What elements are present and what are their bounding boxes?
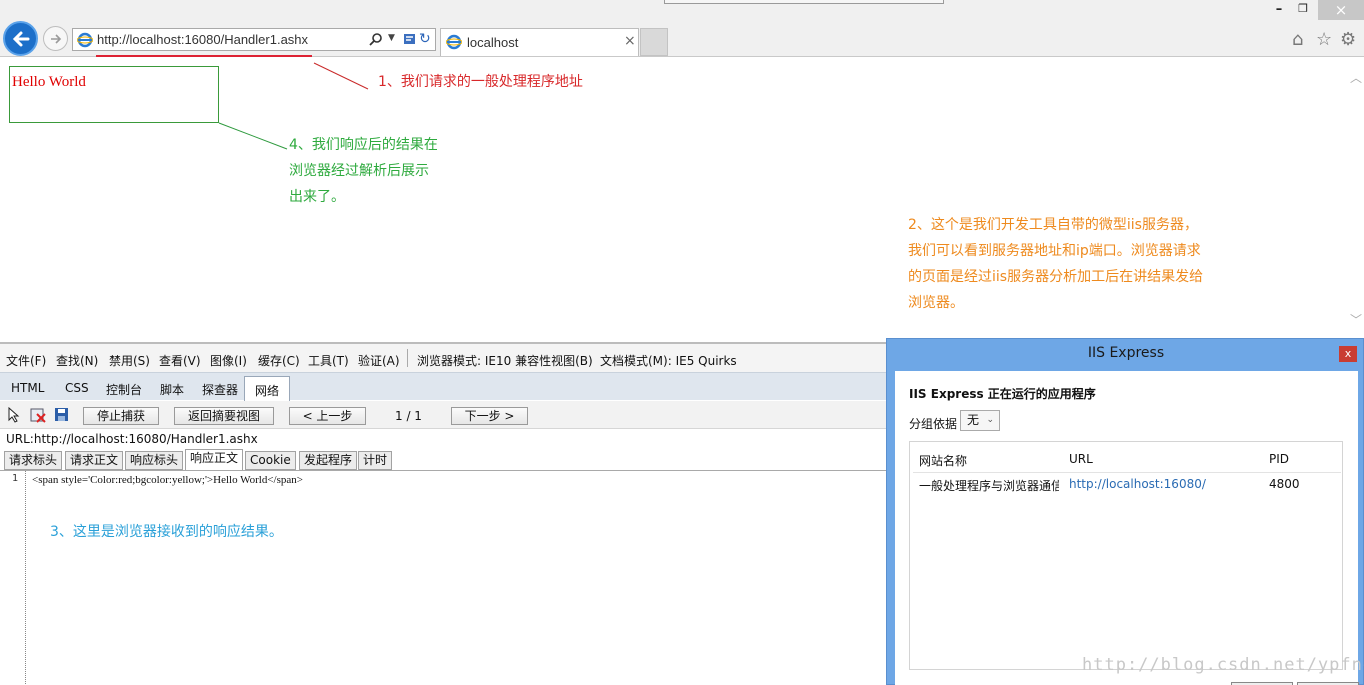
column-site-name: 网站名称: [919, 454, 968, 468]
tab-script[interactable]: 脚本: [160, 381, 184, 398]
window-close-button[interactable]: ×: [1318, 0, 1364, 20]
favorites-star-icon[interactable]: ☆: [1316, 29, 1332, 50]
forward-arrow-icon: [51, 34, 62, 44]
screen: http://localhost:16080/Handler1.ashx ▼ ↻…: [0, 0, 1364, 685]
next-button[interactable]: 下一步 >: [451, 407, 528, 425]
group-by-select[interactable]: 无 ⌄: [960, 410, 1000, 431]
iis-window-body: IIS Express 正在运行的应用程序 分组依据 无 ⌄ 网站名称 URL …: [895, 371, 1358, 685]
tab-title: localhost: [467, 35, 519, 50]
menu-disable[interactable]: 禁用(S): [109, 352, 150, 369]
line-number: 1: [12, 473, 19, 484]
annotation-4-line: [218, 122, 288, 150]
line-gutter: 1: [0, 471, 26, 685]
ie-page-icon: [77, 32, 93, 48]
close-tab-icon[interactable]: ×: [624, 33, 636, 49]
compatibility-view-icon[interactable]: [403, 32, 416, 46]
page-scrollbar[interactable]: ︿ ﹀: [1348, 57, 1364, 342]
back-to-summary-button[interactable]: 返回摘要视图: [174, 407, 274, 425]
annotation-4-line-1: 4、我们响应后的结果在: [289, 137, 438, 153]
tab-profiler[interactable]: 探查器: [202, 381, 238, 398]
tab-network[interactable]: 网络: [244, 376, 291, 402]
window-edge: [664, 0, 944, 4]
previous-button[interactable]: < 上一步: [289, 407, 366, 425]
select-pointer-icon[interactable]: [7, 407, 21, 423]
group-by-value: 无: [967, 413, 980, 427]
tab-console[interactable]: 控制台: [106, 381, 142, 398]
annotation-2-line-1: 2、这个是我们开发工具自带的微型iis服务器，: [908, 217, 1198, 233]
annotation-1: 1、我们请求的一般处理程序地址: [378, 74, 583, 90]
pager-text: 1 / 1: [395, 409, 422, 423]
restore-icon[interactable]: ❐: [1296, 2, 1310, 16]
annotation-4-line-2: 浏览器经过解析后展示: [289, 163, 429, 179]
menu-view[interactable]: 查看(V): [159, 352, 201, 369]
browser-chrome: http://localhost:16080/Handler1.ashx ▼ ↻…: [0, 0, 1364, 57]
clear-icon[interactable]: [30, 407, 46, 423]
scroll-down-icon[interactable]: ﹀: [1350, 311, 1362, 328]
address-url: http://localhost:16080/Handler1.ashx: [97, 32, 309, 47]
save-icon[interactable]: [54, 407, 69, 422]
menu-tools[interactable]: 工具(T): [308, 352, 349, 369]
annotation-2: 2、这个是我们开发工具自带的微型iis服务器， 我们可以看到服务器地址和ip端口…: [908, 212, 1238, 316]
back-button[interactable]: [3, 21, 38, 56]
settings-gear-icon[interactable]: ⚙: [1340, 29, 1356, 50]
chevron-down-icon: ⌄: [986, 415, 994, 425]
new-tab-button[interactable]: [640, 28, 668, 56]
subtab-request-body[interactable]: 请求正文: [65, 451, 124, 470]
subtab-response-body[interactable]: 响应正文: [185, 449, 244, 470]
forward-button[interactable]: [43, 26, 68, 51]
menu-file[interactable]: 文件(F): [6, 352, 46, 369]
menu-images[interactable]: 图像(I): [210, 352, 247, 369]
iis-express-window: IIS Express x IIS Express 正在运行的应用程序 分组依据…: [886, 338, 1364, 685]
home-icon[interactable]: ⌂: [1292, 29, 1303, 50]
tab-localhost[interactable]: localhost ×: [440, 28, 639, 56]
annotation-1-line: [313, 62, 369, 90]
ie-tab-icon: [446, 34, 462, 50]
refresh-icon[interactable]: ↻: [419, 31, 431, 47]
iis-close-button[interactable]: x: [1339, 346, 1357, 362]
address-bar[interactable]: http://localhost:16080/Handler1.ashx ▼ ↻: [72, 28, 436, 51]
menu-cache[interactable]: 缓存(C): [258, 352, 300, 369]
column-pid: PID: [1269, 452, 1290, 466]
response-code: <span style='Color:red;bgcolor:yellow;'>…: [32, 474, 303, 486]
annotation-4-line-3: 出来了。: [289, 189, 345, 205]
annotation-2-line-3: 的页面是经过iis服务器分析加工后在讲结果发给: [908, 269, 1204, 285]
iis-heading: IIS Express 正在运行的应用程序: [909, 387, 1096, 401]
subtab-cookie[interactable]: Cookie: [245, 451, 296, 470]
tab-html[interactable]: HTML: [11, 381, 44, 395]
subtab-timing[interactable]: 计时: [358, 451, 393, 470]
iis-window-title: IIS Express: [1087, 345, 1165, 361]
annotation-3: 3、这里是浏览器接收到的响应结果。: [50, 524, 283, 540]
subtab-response-headers[interactable]: 响应标头: [125, 451, 184, 470]
menu-find[interactable]: 查找(N): [56, 352, 98, 369]
menu-separator: [407, 349, 408, 367]
annotation-2-line-4: 浏览器。: [908, 295, 964, 311]
stop-capture-button[interactable]: 停止捕获: [83, 407, 159, 425]
page-viewport: Hello World 1、我们请求的一般处理程序地址 4、我们响应后的结果在 …: [0, 55, 1348, 342]
group-by-label: 分组依据: [909, 417, 958, 431]
subtab-initiator[interactable]: 发起程序: [299, 451, 358, 470]
chevron-down-icon[interactable]: ▼: [388, 33, 395, 43]
search-icon[interactable]: [369, 32, 383, 46]
site-url-link[interactable]: http://localhost:16080/: [1069, 477, 1206, 491]
site-pid-cell: 4800: [1269, 477, 1300, 491]
scroll-up-icon[interactable]: ︿: [1350, 69, 1362, 86]
watermark: http://blog.csdn.net/ypfnet: [1082, 655, 1364, 675]
column-url: URL: [1069, 452, 1093, 466]
menu-document-mode[interactable]: 文档模式(M): IE5 Quirks: [600, 352, 737, 369]
annotation-4: 4、我们响应后的结果在 浏览器经过解析后展示 出来了。: [289, 132, 489, 210]
response-body-view[interactable]: 1 <span style='Color:red;bgcolor:yellow;…: [0, 470, 888, 685]
apps-table: 网站名称 URL PID 一般处理程序与浏览器通信 http://localho…: [909, 441, 1343, 670]
tab-css[interactable]: CSS: [65, 381, 89, 395]
header-divider: [913, 472, 1341, 473]
request-url: URL:http://localhost:16080/Handler1.ashx: [6, 432, 258, 446]
menu-validate[interactable]: 验证(A): [358, 352, 400, 369]
minimize-icon[interactable]: –: [1272, 2, 1286, 17]
annotation-2-line-2: 我们可以看到服务器地址和ip端口。浏览器请求: [908, 243, 1201, 259]
menu-browser-mode[interactable]: 浏览器模式: IE10 兼容性视图(B): [417, 352, 593, 369]
back-arrow-icon: [12, 31, 30, 47]
subtab-request-headers[interactable]: 请求标头: [4, 451, 63, 470]
site-name-cell: 一般处理程序与浏览器通信: [919, 479, 1059, 493]
